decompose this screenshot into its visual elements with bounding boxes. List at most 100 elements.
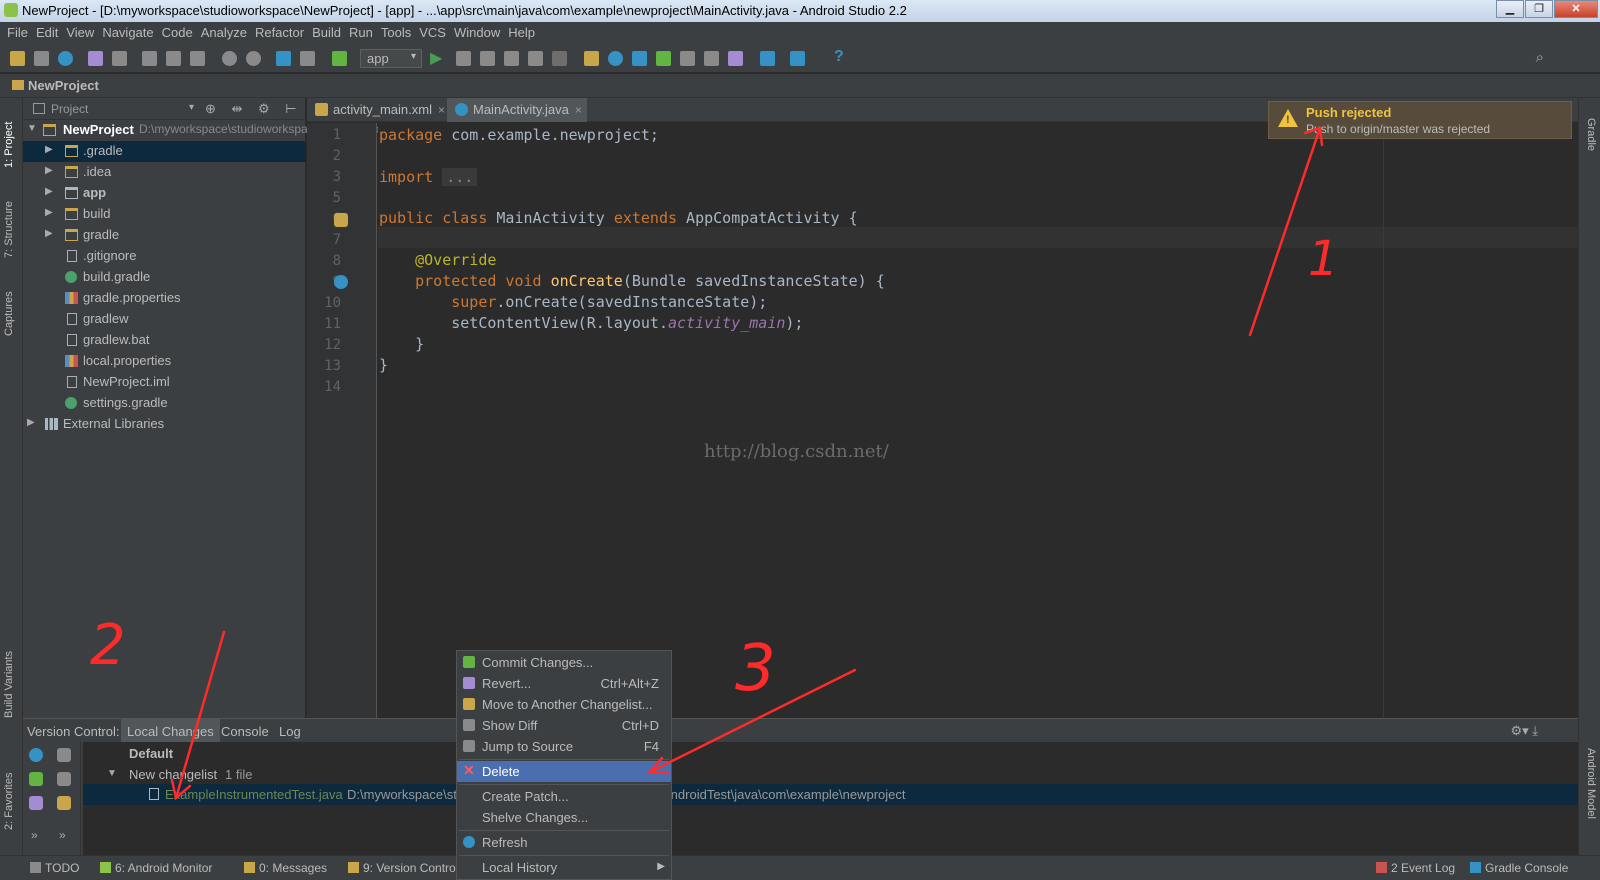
close-icon[interactable]: × [438,103,445,117]
menu-move-to-changelist[interactable]: Move to Another Changelist... [457,694,671,715]
chevron-down-icon[interactable]: ▾ [189,102,194,113]
tree-item-gradlew[interactable]: gradlew [23,309,306,330]
tab-project[interactable]: 1: Project [3,122,15,168]
menu-help[interactable]: Help [506,22,541,43]
menu-code[interactable]: Code [160,22,199,43]
tree-item-gitignore[interactable]: .gitignore [23,246,306,267]
attach-debugger-icon[interactable] [528,51,543,66]
vcs-commit-icon[interactable] [632,51,647,66]
back-icon[interactable] [276,51,291,66]
coverage-icon[interactable] [480,51,495,66]
run-config-select[interactable]: app ▾ [360,49,422,68]
cut-icon[interactable] [142,51,157,66]
more-actions-icon[interactable]: » [59,828,66,842]
chevron-right-icon[interactable]: ▶ [27,417,35,428]
vcs-update-icon[interactable] [608,51,623,66]
class-hierarchy-icon[interactable] [334,213,348,227]
tab-android-model[interactable]: Android Model [1585,748,1597,819]
replace-icon[interactable] [246,51,261,66]
tree-item-gradle-dir[interactable]: ▶ .gradle [23,141,306,162]
tree-item-build[interactable]: ▶ build [23,204,306,225]
tab-activity-main-xml[interactable]: activity_main.xml × [307,98,445,122]
tree-item-external-libraries[interactable]: ▶ External Libraries [23,414,306,435]
menu-window[interactable]: Window [452,22,506,43]
version-control-tab[interactable]: 9: Version Control [348,861,458,875]
menu-analyze[interactable]: Analyze [199,22,253,43]
menu-create-patch[interactable]: Create Patch... [457,786,671,807]
tree-item-local-properties[interactable]: local.properties [23,351,306,372]
todo-tab[interactable]: TODO [30,861,79,875]
menu-vcs[interactable]: VCS [417,22,452,43]
debug-icon[interactable] [456,51,471,66]
menu-tools[interactable]: Tools [379,22,417,43]
close-icon[interactable]: × [575,103,582,117]
tab-local-changes[interactable]: Local Changes [121,719,220,743]
sync-icon[interactable] [58,51,73,66]
help-icon[interactable]: ? [834,48,844,66]
open-icon[interactable] [10,51,25,66]
find-icon[interactable] [222,51,237,66]
project-panel-tools[interactable]: ⊕ ⇹ ⚙ ⊢ [205,101,303,117]
override-method-icon[interactable] [334,275,348,289]
refresh-icon[interactable] [29,748,43,762]
menu-jump-to-source[interactable]: Jump to Source F4 [457,736,671,757]
tree-item-gradle-properties[interactable]: gradle.properties [23,288,306,309]
minimize-button[interactable]: ▁ [1496,0,1524,18]
tree-item-gradle[interactable]: ▶ gradle [23,225,306,246]
changes-group-default[interactable]: Default [83,742,1578,763]
copy-icon[interactable] [166,51,181,66]
more-actions-icon[interactable]: » [31,828,38,842]
tab-mainactivity-java[interactable]: MainActivity.java × [447,98,587,122]
revert-icon[interactable] [29,796,43,810]
tab-log[interactable]: Log [279,724,301,739]
menu-show-diff[interactable]: Show Diff Ctrl+D [457,715,671,736]
menu-run[interactable]: Run [347,22,379,43]
messages-tab[interactable]: 0: Messages [244,861,327,875]
chevron-right-icon[interactable]: ▶ [45,186,53,197]
vcs-compare-icon[interactable] [656,51,671,66]
tree-item-iml[interactable]: NewProject.iml [23,372,306,393]
chevron-right-icon[interactable]: ▶ [45,165,53,176]
menu-local-history[interactable]: Local History ▶ [457,857,671,878]
menu-view[interactable]: View [64,22,100,43]
menu-refresh[interactable]: Refresh [457,832,671,853]
event-log-tab[interactable]: 2 Event Log [1376,861,1455,875]
tab-console[interactable]: Console [221,724,269,739]
expand-all-icon[interactable] [57,748,71,762]
chevron-down-icon[interactable]: ▼ [107,768,117,779]
shelf-icon[interactable] [57,796,71,810]
android-monitor-tab[interactable]: 6: Android Monitor [100,861,212,875]
stop-icon[interactable] [552,51,567,66]
profile-icon[interactable] [504,51,519,66]
vcs-shelf-icon[interactable] [704,51,719,66]
breadcrumb[interactable]: NewProject [28,78,99,93]
menu-commit-changes[interactable]: Commit Changes... [457,652,671,673]
tree-item-idea[interactable]: ▶ .idea [23,162,306,183]
chevron-right-icon[interactable]: ▶ [45,207,53,218]
tab-build-variants[interactable]: Build Variants [3,651,15,718]
push-rejected-notification[interactable]: ! Push rejected Push to origin/master wa… [1268,101,1572,139]
paste-icon[interactable] [190,51,205,66]
tab-structure[interactable]: 7: Structure [3,201,15,258]
forward-icon[interactable] [300,51,315,66]
vcs-revert-icon[interactable] [728,51,743,66]
chevron-down-icon[interactable]: ▼ [27,123,37,134]
project-structure-icon[interactable] [760,51,775,66]
vcs-history-icon[interactable] [680,51,695,66]
collapse-all-icon[interactable] [57,772,71,786]
chevron-right-icon[interactable]: ▶ [45,228,53,239]
commit-icon[interactable] [29,772,43,786]
tab-gradle[interactable]: Gradle [1585,118,1597,151]
tab-captures[interactable]: Captures [3,291,15,336]
folded-imports[interactable]: ... [442,168,478,186]
project-view-title[interactable]: Project [51,102,88,116]
menu-build[interactable]: Build [310,22,347,43]
menu-revert[interactable]: Revert... Ctrl+Alt+Z [457,673,671,694]
undo-icon[interactable] [88,51,103,66]
tree-item-app[interactable]: ▶ app [23,183,306,204]
tab-favorites[interactable]: 2: Favorites [3,773,15,830]
changelist-row[interactable]: ▼ New changelist 1 file [83,763,1578,784]
code-editor[interactable]: package com.example.newproject; import .… [378,123,1578,718]
tree-item-gradlew-bat[interactable]: gradlew.bat [23,330,306,351]
maximize-button[interactable]: ❐ [1525,0,1553,18]
